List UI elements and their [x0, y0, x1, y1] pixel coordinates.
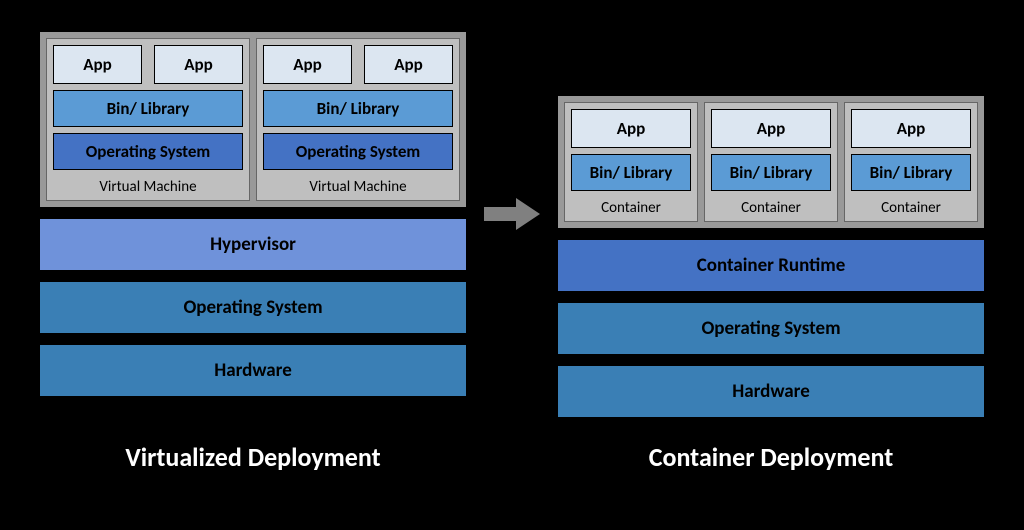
vm1-label: Virtual Machine: [53, 176, 243, 198]
titles-row: Virtualized Deployment Container Deploym…: [0, 441, 1024, 473]
vm-group-2: App App Bin/ Library Operating System Vi…: [256, 38, 460, 201]
vm1-os: Operating System: [53, 133, 243, 170]
cnt3-label: Container: [851, 197, 971, 219]
cnt1-label: Container: [571, 197, 691, 219]
vm2-apps-row: App App: [263, 45, 453, 84]
title-gap: [482, 441, 542, 473]
cnt2-label: Container: [711, 197, 831, 219]
container-title: Container Deployment: [556, 441, 986, 473]
vm2-os: Operating System: [263, 133, 453, 170]
virtualized-stack: App App Bin/ Library Operating System Vi…: [38, 30, 468, 398]
vm1-app-1: App: [53, 45, 142, 84]
vm2-app-2: App: [364, 45, 453, 84]
vm1-binlib: Bin/ Library: [53, 90, 243, 127]
cnt2-binlib: Bin/ Library: [711, 154, 831, 191]
vm2-app-1: App: [263, 45, 352, 84]
cnt3-binlib: Bin/ Library: [851, 154, 971, 191]
cnt3-app: App: [851, 109, 971, 148]
hypervisor-layer: Hypervisor: [38, 217, 468, 272]
cnt1-binlib: Bin/ Library: [571, 154, 691, 191]
container-group-1: App Bin/ Library Container: [564, 102, 698, 222]
virtualized-top-container: App App Bin/ Library Operating System Vi…: [38, 30, 468, 209]
container-os-layer: Operating System: [556, 301, 986, 356]
container-hardware-layer: Hardware: [556, 364, 986, 419]
container-runtime-layer: Container Runtime: [556, 238, 986, 293]
virtualized-title: Virtualized Deployment: [38, 441, 468, 473]
container-group-2: App Bin/ Library Container: [704, 102, 838, 222]
vm1-apps-row: App App: [53, 45, 243, 84]
virtualized-os-layer: Operating System: [38, 280, 468, 335]
container-top-spacer: [556, 8, 986, 86]
cnt1-app: App: [571, 109, 691, 148]
arrow-icon: [482, 196, 542, 232]
cnt2-app: App: [711, 109, 831, 148]
vm2-binlib: Bin/ Library: [263, 90, 453, 127]
diagram-row: App App Bin/ Library Operating System Vi…: [0, 0, 1024, 419]
vm-group-1: App App Bin/ Library Operating System Vi…: [46, 38, 250, 201]
container-top-container: App Bin/ Library Container App Bin/ Libr…: [556, 94, 986, 230]
container-stack: App Bin/ Library Container App Bin/ Libr…: [556, 8, 986, 419]
container-group-3: App Bin/ Library Container: [844, 102, 978, 222]
vm1-app-2: App: [154, 45, 243, 84]
vm2-label: Virtual Machine: [263, 176, 453, 198]
virtualized-hardware-layer: Hardware: [38, 343, 468, 398]
